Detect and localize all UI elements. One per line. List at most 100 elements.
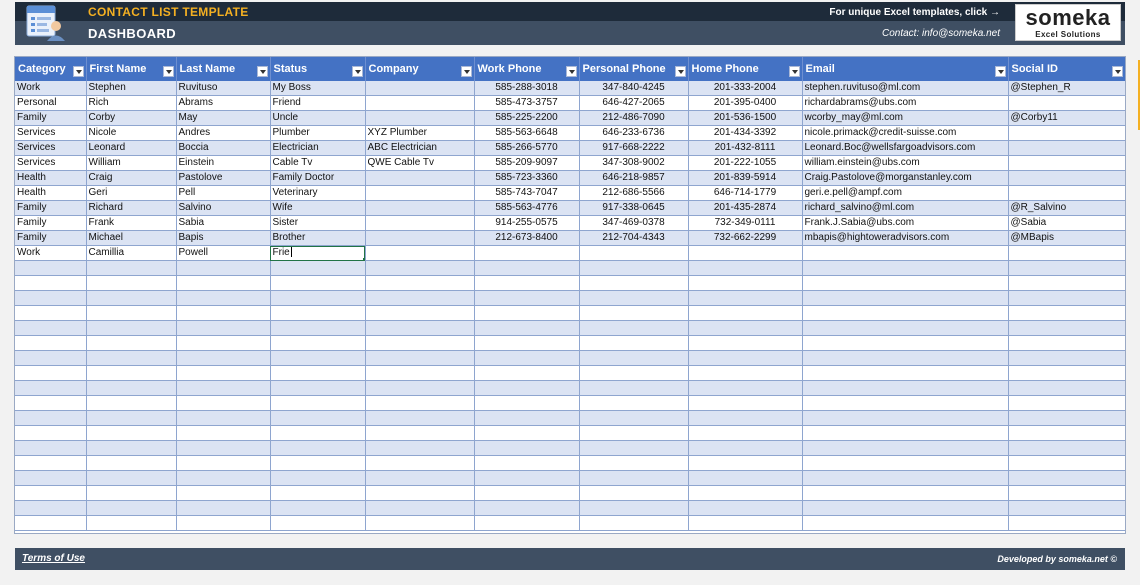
filter-dropdown-icon[interactable] bbox=[994, 66, 1006, 77]
table-cell[interactable] bbox=[802, 290, 1009, 306]
table-cell[interactable]: Rich bbox=[86, 95, 177, 111]
table-cell[interactable] bbox=[474, 365, 580, 381]
table-cell[interactable] bbox=[15, 350, 87, 366]
table-cell[interactable] bbox=[365, 110, 475, 126]
table-cell[interactable] bbox=[474, 350, 580, 366]
table-cell[interactable] bbox=[1008, 380, 1125, 396]
table-cell[interactable] bbox=[474, 245, 580, 261]
table-cell[interactable] bbox=[270, 500, 366, 516]
table-cell[interactable] bbox=[688, 470, 803, 486]
table-cell[interactable]: Sabia bbox=[176, 215, 271, 231]
table-cell[interactable] bbox=[176, 320, 271, 336]
table-cell[interactable] bbox=[579, 470, 689, 486]
table-cell[interactable]: Health bbox=[15, 185, 87, 201]
table-cell[interactable] bbox=[365, 425, 475, 441]
table-cell[interactable] bbox=[86, 290, 177, 306]
table-cell[interactable]: Leonard bbox=[86, 140, 177, 156]
table-cell[interactable]: 347-840-4245 bbox=[579, 81, 689, 96]
table-cell[interactable]: stephen.ruvituso@ml.com bbox=[802, 81, 1009, 96]
table-cell[interactable] bbox=[802, 485, 1009, 501]
table-cell[interactable] bbox=[802, 410, 1009, 426]
table-cell[interactable] bbox=[579, 335, 689, 351]
contact-email[interactable]: Contact: info@someka.net bbox=[882, 28, 1000, 39]
table-cell[interactable]: 201-333-2004 bbox=[688, 81, 803, 96]
table-cell[interactable] bbox=[688, 515, 803, 531]
table-cell[interactable]: 585-288-3018 bbox=[474, 81, 580, 96]
table-cell[interactable]: 585-473-3757 bbox=[474, 95, 580, 111]
table-cell[interactable]: Stephen bbox=[86, 81, 177, 96]
table-cell[interactable]: Friend bbox=[270, 95, 366, 111]
table-cell[interactable] bbox=[176, 275, 271, 291]
table-cell[interactable] bbox=[365, 410, 475, 426]
table-cell[interactable]: geri.e.pell@ampf.com bbox=[802, 185, 1009, 201]
table-cell[interactable] bbox=[270, 350, 366, 366]
table-cell[interactable] bbox=[270, 470, 366, 486]
table-cell[interactable] bbox=[365, 515, 475, 531]
table-cell[interactable] bbox=[579, 455, 689, 471]
table-cell[interactable] bbox=[579, 365, 689, 381]
filter-dropdown-icon[interactable] bbox=[674, 66, 686, 77]
table-cell[interactable] bbox=[474, 275, 580, 291]
table-cell[interactable] bbox=[365, 305, 475, 321]
table-cell[interactable] bbox=[365, 500, 475, 516]
table-cell[interactable] bbox=[365, 260, 475, 276]
table-cell[interactable]: 732-662-2299 bbox=[688, 230, 803, 246]
table-cell[interactable] bbox=[1008, 155, 1125, 171]
table-cell[interactable] bbox=[1008, 395, 1125, 411]
table-cell[interactable] bbox=[365, 95, 475, 111]
table-cell[interactable] bbox=[802, 395, 1009, 411]
table-cell[interactable] bbox=[802, 350, 1009, 366]
table-cell[interactable]: 201-434-3392 bbox=[688, 125, 803, 141]
table-cell[interactable] bbox=[270, 260, 366, 276]
table-cell[interactable] bbox=[474, 515, 580, 531]
table-cell[interactable] bbox=[688, 500, 803, 516]
column-header-personal-phone[interactable]: Personal Phone bbox=[579, 57, 689, 81]
table-cell[interactable] bbox=[365, 470, 475, 486]
table-cell[interactable]: richard_salvino@ml.com bbox=[802, 200, 1009, 216]
table-cell[interactable] bbox=[1008, 305, 1125, 321]
table-cell[interactable] bbox=[579, 410, 689, 426]
table-cell[interactable] bbox=[688, 350, 803, 366]
table-cell[interactable]: 201-839-5914 bbox=[688, 170, 803, 186]
table-cell[interactable] bbox=[86, 350, 177, 366]
table-cell[interactable]: 212-673-8400 bbox=[474, 230, 580, 246]
table-cell[interactable]: Electrician bbox=[270, 140, 366, 156]
filter-dropdown-icon[interactable] bbox=[565, 66, 577, 77]
table-cell[interactable] bbox=[15, 425, 87, 441]
table-cell[interactable] bbox=[802, 500, 1009, 516]
table-cell[interactable] bbox=[579, 320, 689, 336]
table-cell[interactable] bbox=[176, 335, 271, 351]
table-cell[interactable]: Geri bbox=[86, 185, 177, 201]
table-cell[interactable] bbox=[474, 335, 580, 351]
table-cell[interactable]: Personal bbox=[15, 95, 87, 111]
table-cell[interactable] bbox=[579, 245, 689, 261]
table-cell[interactable]: Andres bbox=[176, 125, 271, 141]
table-cell[interactable]: Einstein bbox=[176, 155, 271, 171]
table-cell[interactable] bbox=[579, 425, 689, 441]
table-cell[interactable] bbox=[1008, 125, 1125, 141]
table-cell[interactable]: QWE Cable Tv bbox=[365, 155, 475, 171]
table-cell[interactable]: 917-338-0645 bbox=[579, 200, 689, 216]
table-cell[interactable] bbox=[802, 275, 1009, 291]
filter-dropdown-icon[interactable] bbox=[256, 66, 268, 77]
table-cell[interactable] bbox=[270, 290, 366, 306]
table-cell[interactable] bbox=[579, 305, 689, 321]
table-cell[interactable] bbox=[86, 380, 177, 396]
table-cell[interactable]: 201-435-2874 bbox=[688, 200, 803, 216]
table-cell[interactable]: Craig.Pastolove@morganstanley.com bbox=[802, 170, 1009, 186]
table-cell[interactable] bbox=[86, 365, 177, 381]
table-cell[interactable]: 646-427-2065 bbox=[579, 95, 689, 111]
table-cell[interactable] bbox=[365, 485, 475, 501]
table-cell[interactable]: Family bbox=[15, 110, 87, 126]
table-cell[interactable] bbox=[86, 410, 177, 426]
table-cell[interactable] bbox=[86, 305, 177, 321]
table-cell[interactable] bbox=[15, 455, 87, 471]
table-cell[interactable] bbox=[579, 485, 689, 501]
table-cell[interactable] bbox=[270, 425, 366, 441]
table-cell[interactable]: william.einstein@ubs.com bbox=[802, 155, 1009, 171]
filter-dropdown-icon[interactable] bbox=[460, 66, 472, 77]
table-cell[interactable] bbox=[86, 455, 177, 471]
table-cell[interactable] bbox=[802, 260, 1009, 276]
table-cell[interactable]: Wife bbox=[270, 200, 366, 216]
table-cell[interactable] bbox=[579, 515, 689, 531]
